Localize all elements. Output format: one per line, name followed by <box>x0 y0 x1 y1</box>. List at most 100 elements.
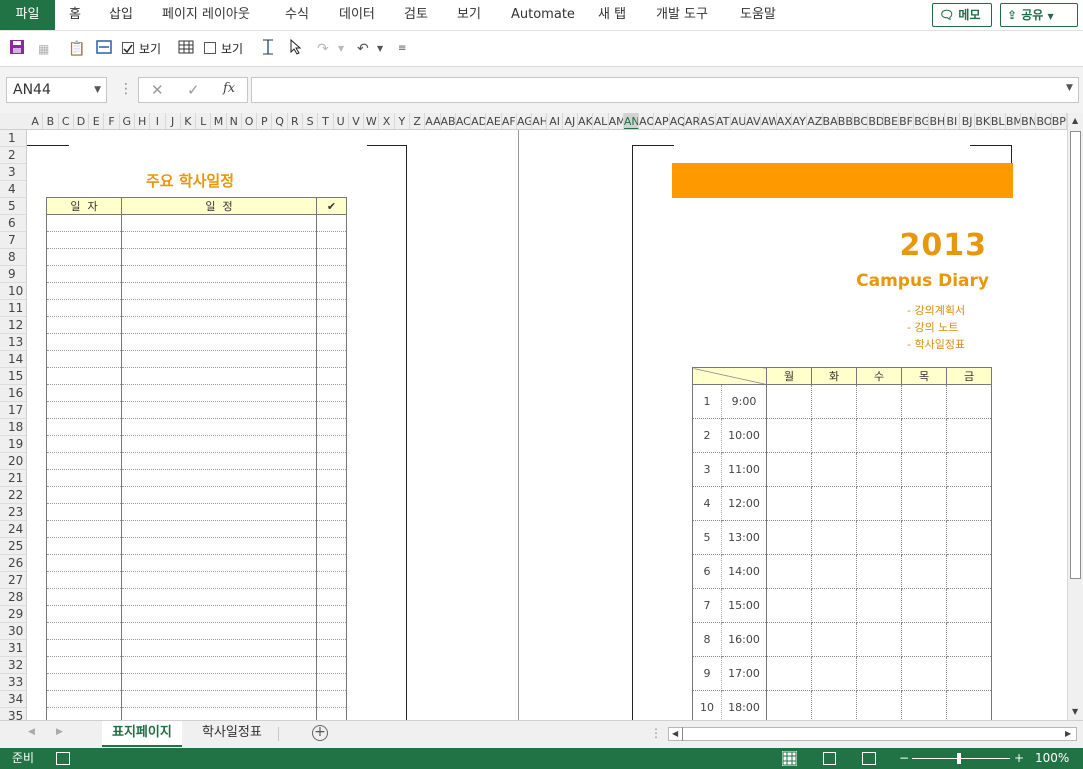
column-header[interactable]: AC <box>456 113 472 129</box>
schedule-cell[interactable] <box>121 282 317 300</box>
schedule-cell[interactable] <box>121 622 317 640</box>
row-header[interactable]: 10 <box>0 283 26 300</box>
row-header[interactable]: 34 <box>0 691 26 708</box>
timetable-cell[interactable] <box>946 418 992 453</box>
enter-icon[interactable]: ✓ <box>187 81 200 99</box>
timetable-cell[interactable] <box>901 588 947 623</box>
column-header[interactable]: Y <box>395 113 410 129</box>
schedule-cell[interactable] <box>121 418 317 436</box>
timetable-cell[interactable] <box>856 418 902 453</box>
view-checkbox-1[interactable] <box>122 42 134 54</box>
schedule-cell[interactable] <box>46 248 122 266</box>
schedule-cell[interactable] <box>46 639 122 657</box>
timetable-cell[interactable] <box>766 418 812 453</box>
column-header[interactable]: AI <box>548 113 563 129</box>
tab-automate[interactable]: Automate <box>511 0 575 30</box>
schedule-cell[interactable] <box>121 469 317 487</box>
schedule-cell[interactable] <box>46 282 122 300</box>
timetable-cell[interactable] <box>766 690 812 720</box>
column-header[interactable]: AD <box>471 113 487 129</box>
row-header[interactable]: 16 <box>0 385 26 402</box>
schedule-cell[interactable] <box>46 469 122 487</box>
column-header[interactable]: BF <box>899 113 915 129</box>
row-header[interactable]: 20 <box>0 453 26 470</box>
timetable-cell[interactable] <box>946 486 992 521</box>
schedule-cell[interactable] <box>316 537 347 555</box>
row-header[interactable]: 28 <box>0 589 26 606</box>
row-header[interactable]: 35 <box>0 708 26 720</box>
timetable-cell[interactable] <box>811 418 857 453</box>
schedule-cell[interactable] <box>316 656 347 674</box>
column-header[interactable]: AY <box>792 113 808 129</box>
row-header[interactable]: 4 <box>0 181 26 198</box>
schedule-cell[interactable] <box>46 299 122 317</box>
column-header[interactable]: BO <box>1036 113 1052 129</box>
schedule-cell[interactable] <box>316 452 347 470</box>
column-header[interactable]: A <box>28 113 44 129</box>
schedule-cell[interactable] <box>46 384 122 402</box>
schedule-cell[interactable] <box>121 265 317 283</box>
timetable-cell[interactable] <box>946 452 992 487</box>
timetable-cell[interactable] <box>901 554 947 589</box>
column-header[interactable]: T <box>318 113 334 129</box>
row-header[interactable]: 32 <box>0 657 26 674</box>
column-header[interactable]: V <box>349 113 365 129</box>
row-header[interactable]: 12 <box>0 317 26 334</box>
schedule-cell[interactable] <box>121 588 317 606</box>
row-header[interactable]: 14 <box>0 351 26 368</box>
cancel-icon[interactable]: ✕ <box>151 81 164 99</box>
timetable-cell[interactable] <box>946 520 992 555</box>
prev-sheet-icon[interactable]: ◀ <box>28 727 35 737</box>
column-header[interactable]: C <box>59 113 74 129</box>
sheet-tab-schedule[interactable]: 학사일정표 <box>192 721 272 747</box>
timetable-cell[interactable] <box>856 588 902 623</box>
tab-page-layout[interactable]: 페이지 레이아웃 <box>162 0 250 30</box>
schedule-cell[interactable] <box>316 299 347 317</box>
sheet-tab-cover[interactable]: 표지페이지 <box>102 721 182 747</box>
schedule-cell[interactable] <box>316 367 347 385</box>
row-header[interactable]: 17 <box>0 402 26 419</box>
column-header[interactable]: BI <box>945 113 961 129</box>
timetable-cell[interactable] <box>766 656 812 691</box>
column-header[interactable]: AU <box>731 113 747 129</box>
redo-dropdown-icon[interactable]: ▼ <box>338 39 344 59</box>
schedule-cell[interactable] <box>316 282 347 300</box>
view-checkbox-2[interactable] <box>204 42 216 54</box>
schedule-cell[interactable] <box>121 435 317 453</box>
tab-file[interactable]: 파일 <box>0 0 55 30</box>
column-header[interactable]: BC <box>853 113 869 129</box>
schedule-cell[interactable] <box>316 486 347 504</box>
column-header[interactable]: J <box>166 113 181 129</box>
column-header[interactable]: M <box>211 113 227 129</box>
tab-home[interactable]: 홈 <box>69 0 81 30</box>
scroll-down-icon[interactable]: ▼ <box>1072 707 1078 716</box>
vertical-scrollbar[interactable]: ▲ ▼ <box>1067 113 1083 720</box>
row-header[interactable]: 8 <box>0 249 26 266</box>
schedule-cell[interactable] <box>46 367 122 385</box>
timetable-cell[interactable] <box>811 486 857 521</box>
schedule-cell[interactable] <box>121 673 317 691</box>
schedule-cell[interactable] <box>316 554 347 572</box>
schedule-cell[interactable] <box>121 571 317 589</box>
timetable-cell[interactable] <box>856 554 902 589</box>
timetable-cell[interactable] <box>856 452 902 487</box>
schedule-cell[interactable] <box>46 265 122 283</box>
schedule-cell[interactable] <box>46 707 122 720</box>
schedule-cell[interactable] <box>316 435 347 453</box>
name-box[interactable]: AN44 ▼ <box>6 77 107 103</box>
tab-developer[interactable]: 개발 도구 <box>656 0 708 30</box>
timetable-cell[interactable] <box>901 418 947 453</box>
column-header[interactable]: AT <box>716 113 731 129</box>
timetable-cell[interactable] <box>811 656 857 691</box>
row-header[interactable]: 9 <box>0 266 26 283</box>
column-header[interactable]: AL <box>593 113 609 129</box>
row-header[interactable]: 23 <box>0 504 26 521</box>
schedule-cell[interactable] <box>316 690 347 708</box>
share-button[interactable]: ⇪ 공유 ▼ <box>1000 3 1078 27</box>
column-header[interactable]: O <box>242 113 258 129</box>
row-header[interactable]: 18 <box>0 419 26 436</box>
column-header[interactable]: R <box>288 113 304 129</box>
horizontal-scroll-thumb[interactable] <box>682 727 1062 741</box>
timetable-cell[interactable] <box>856 520 902 555</box>
row-header[interactable]: 11 <box>0 300 26 317</box>
